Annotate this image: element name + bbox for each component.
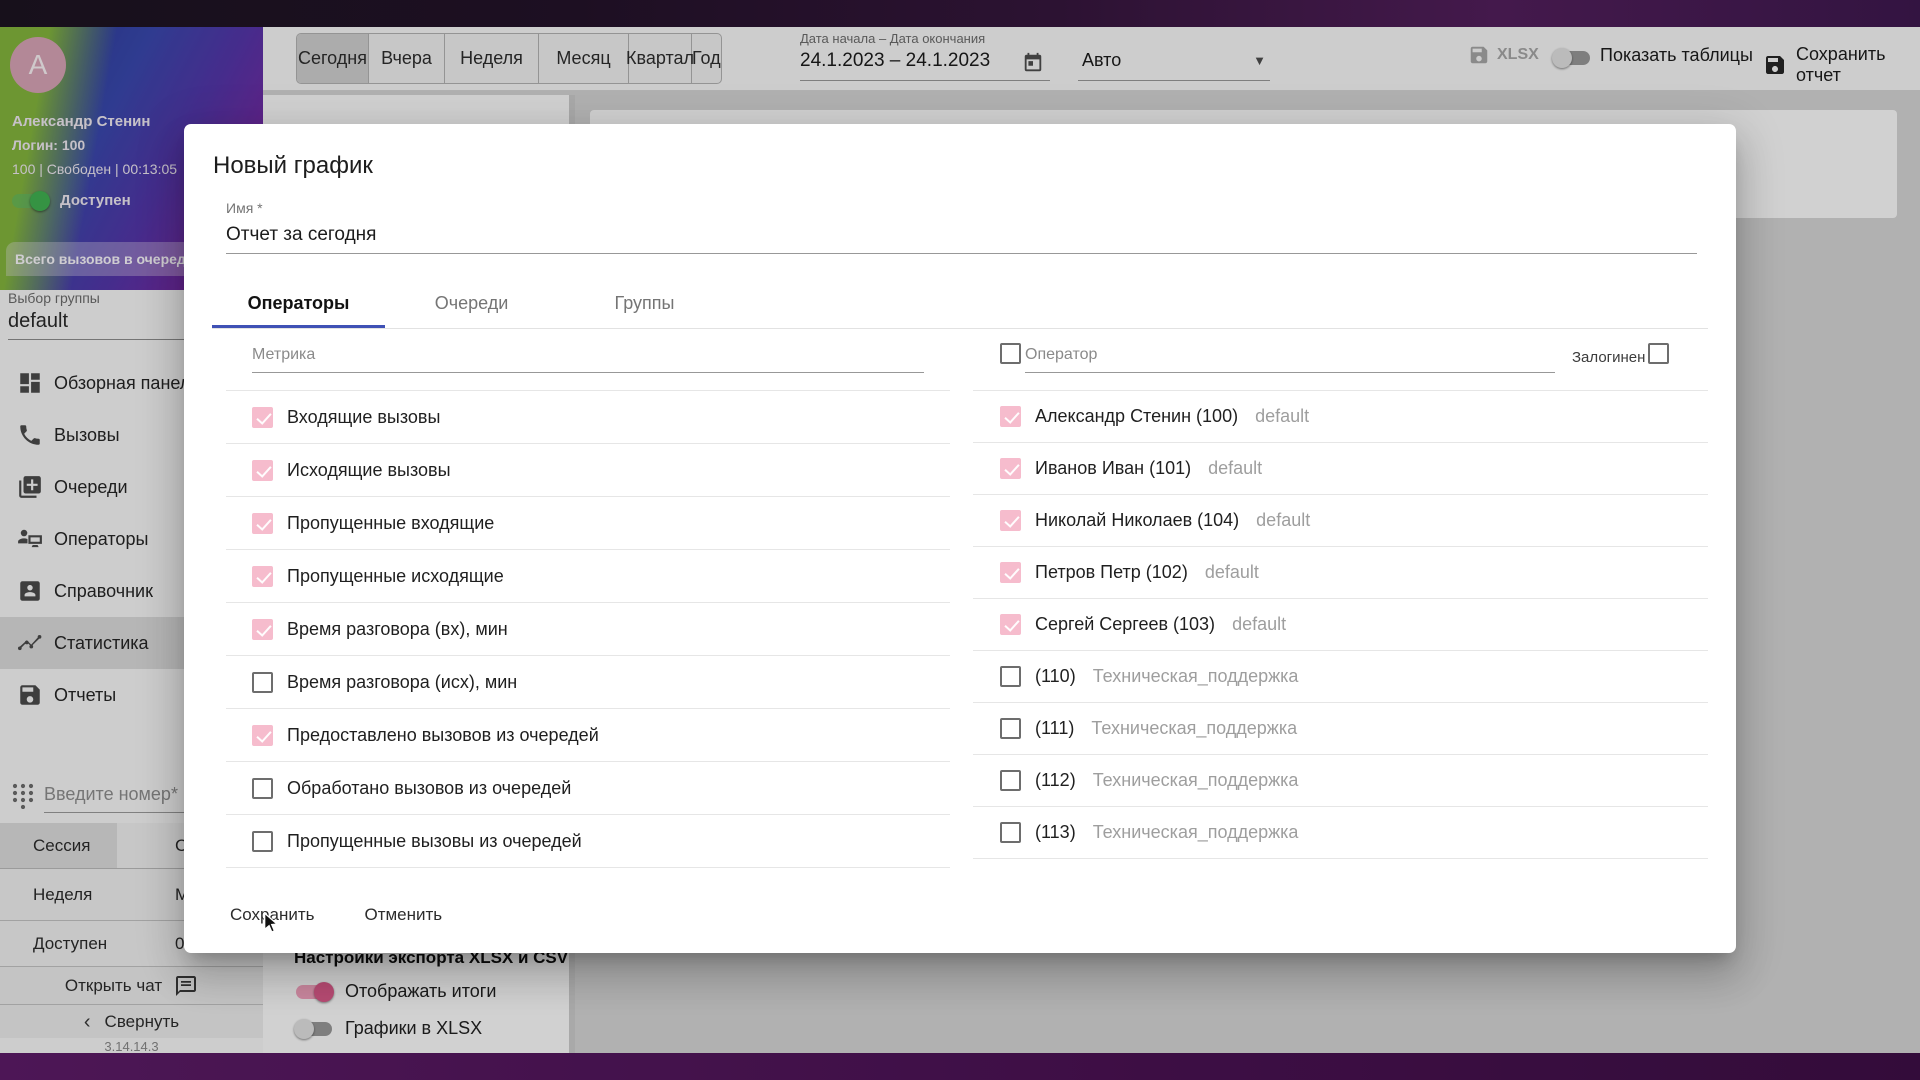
operator-filter-placeholder: Оператор xyxy=(1025,346,1097,363)
operator-row[interactable]: Александр Стенин (100) default xyxy=(973,391,1708,443)
operator-checkbox[interactable] xyxy=(1000,510,1021,531)
operator-row[interactable]: Сергей Сергеев (103) default xyxy=(973,599,1708,651)
select-all-operators-checkbox[interactable] xyxy=(1000,343,1021,364)
operator-row[interactable]: (110) Техническая_поддержка xyxy=(973,651,1708,703)
operator-row[interactable]: Петров Петр (102) default xyxy=(973,547,1708,599)
metric-label: Время разговора (исх), мин xyxy=(287,672,517,693)
operator-name: Иванов Иван (101) xyxy=(1035,458,1191,479)
metric-filter-input[interactable]: Метрика xyxy=(252,346,924,373)
tabs-divider xyxy=(212,328,1708,329)
metric-filter-placeholder: Метрика xyxy=(252,346,315,363)
dialog-actions: Сохранить Отменить xyxy=(214,892,458,937)
dialog-title: Новый график xyxy=(213,152,373,180)
metric-label: Пропущенные входящие xyxy=(287,513,494,534)
operator-row[interactable]: Иванов Иван (101) default xyxy=(973,443,1708,495)
operator-name: Николай Николаев (104) xyxy=(1035,510,1239,531)
metric-row[interactable]: Пропущенные вызовы из очередей xyxy=(226,815,950,868)
operator-list: Александр Стенин (100) default Иванов Ив… xyxy=(973,390,1708,859)
operator-list-header: Оператор Залогинен xyxy=(973,336,1708,378)
metric-checkbox[interactable] xyxy=(252,778,273,799)
operator-filter-input[interactable]: Оператор xyxy=(1025,346,1555,373)
tab-operators[interactable]: Операторы xyxy=(212,279,385,328)
metric-checkbox[interactable] xyxy=(252,619,273,640)
metric-checkbox[interactable] xyxy=(252,672,273,693)
logged-in-checkbox[interactable] xyxy=(1648,343,1669,364)
operator-checkbox[interactable] xyxy=(1000,406,1021,427)
operator-row[interactable]: (112) Техническая_поддержка xyxy=(973,755,1708,807)
operator-group: default xyxy=(1208,458,1262,479)
metric-label: Входящие вызовы xyxy=(287,407,440,428)
new-chart-dialog: Новый график Имя * Отчет за сегодня Опер… xyxy=(184,124,1736,953)
logged-in-label: Залогинен xyxy=(1572,349,1645,366)
operator-group: Техническая_поддержка xyxy=(1091,718,1297,739)
metric-checkbox[interactable] xyxy=(252,566,273,587)
metric-row[interactable]: Обработано вызовов из очередей xyxy=(226,762,950,815)
metric-row[interactable]: Время разговора (исх), мин xyxy=(226,656,950,709)
tab-queues[interactable]: Очереди xyxy=(385,279,558,328)
operator-name: (113) xyxy=(1035,822,1076,843)
operator-group: default xyxy=(1205,562,1259,583)
metric-label: Время разговора (вх), мин xyxy=(287,619,508,640)
metric-row[interactable]: Исходящие вызовы xyxy=(226,444,950,497)
operator-name: (111) xyxy=(1035,718,1074,739)
name-input[interactable]: Отчет за сегодня xyxy=(226,224,1697,254)
cancel-button[interactable]: Отменить xyxy=(348,892,458,937)
metric-label: Предоставлено вызовов из очередей xyxy=(287,725,599,746)
operator-name: (110) xyxy=(1035,666,1076,687)
operator-checkbox[interactable] xyxy=(1000,770,1021,791)
operator-name: Александр Стенин (100) xyxy=(1035,406,1238,427)
metric-checkbox[interactable] xyxy=(252,831,273,852)
app-window: Сегодня Вчера Неделя Месяц Квартал xyxy=(0,0,1920,1080)
operator-group: Техническая_поддержка xyxy=(1093,666,1299,687)
metric-row[interactable]: Входящие вызовы xyxy=(226,391,950,444)
name-field-label: Имя * xyxy=(226,200,263,216)
operator-checkbox[interactable] xyxy=(1000,614,1021,635)
metric-label: Обработано вызовов из очередей xyxy=(287,778,571,799)
metric-checkbox[interactable] xyxy=(252,407,273,428)
operator-checkbox[interactable] xyxy=(1000,822,1021,843)
operator-group: Техническая_поддержка xyxy=(1093,822,1299,843)
operator-checkbox[interactable] xyxy=(1000,562,1021,583)
operator-name: Сергей Сергеев (103) xyxy=(1035,614,1215,635)
dialog-tabs: Операторы Очереди Группы xyxy=(212,279,731,328)
operator-group: Техническая_поддержка xyxy=(1093,770,1299,791)
tab-groups[interactable]: Группы xyxy=(558,279,731,328)
mouse-cursor xyxy=(262,912,282,934)
metric-label: Исходящие вызовы xyxy=(287,460,451,481)
operator-checkbox[interactable] xyxy=(1000,718,1021,739)
metric-checkbox[interactable] xyxy=(252,513,273,534)
operator-group: default xyxy=(1256,510,1310,531)
metric-row[interactable]: Пропущенные входящие xyxy=(226,497,950,550)
metric-checkbox[interactable] xyxy=(252,460,273,481)
operator-group: default xyxy=(1255,406,1309,427)
metric-label: Пропущенные исходящие xyxy=(287,566,504,587)
operator-checkbox[interactable] xyxy=(1000,458,1021,479)
operator-row[interactable]: (111) Техническая_поддержка xyxy=(973,703,1708,755)
window-top-strip xyxy=(0,0,1920,27)
metric-row[interactable]: Предоставлено вызовов из очередей xyxy=(226,709,950,762)
metric-row[interactable]: Пропущенные исходящие xyxy=(226,550,950,603)
operator-row[interactable]: Николай Николаев (104) default xyxy=(973,495,1708,547)
operator-checkbox[interactable] xyxy=(1000,666,1021,687)
metric-row[interactable]: Время разговора (вх), мин xyxy=(226,603,950,656)
operator-row[interactable]: (113) Техническая_поддержка xyxy=(973,807,1708,859)
operator-name: (112) xyxy=(1035,770,1076,791)
metric-checkbox[interactable] xyxy=(252,725,273,746)
operator-name: Петров Петр (102) xyxy=(1035,562,1188,583)
operator-group: default xyxy=(1232,614,1286,635)
metric-list: Входящие вызовы Исходящие вызовы Пропуще… xyxy=(226,390,950,868)
metric-label: Пропущенные вызовы из очередей xyxy=(287,831,582,852)
